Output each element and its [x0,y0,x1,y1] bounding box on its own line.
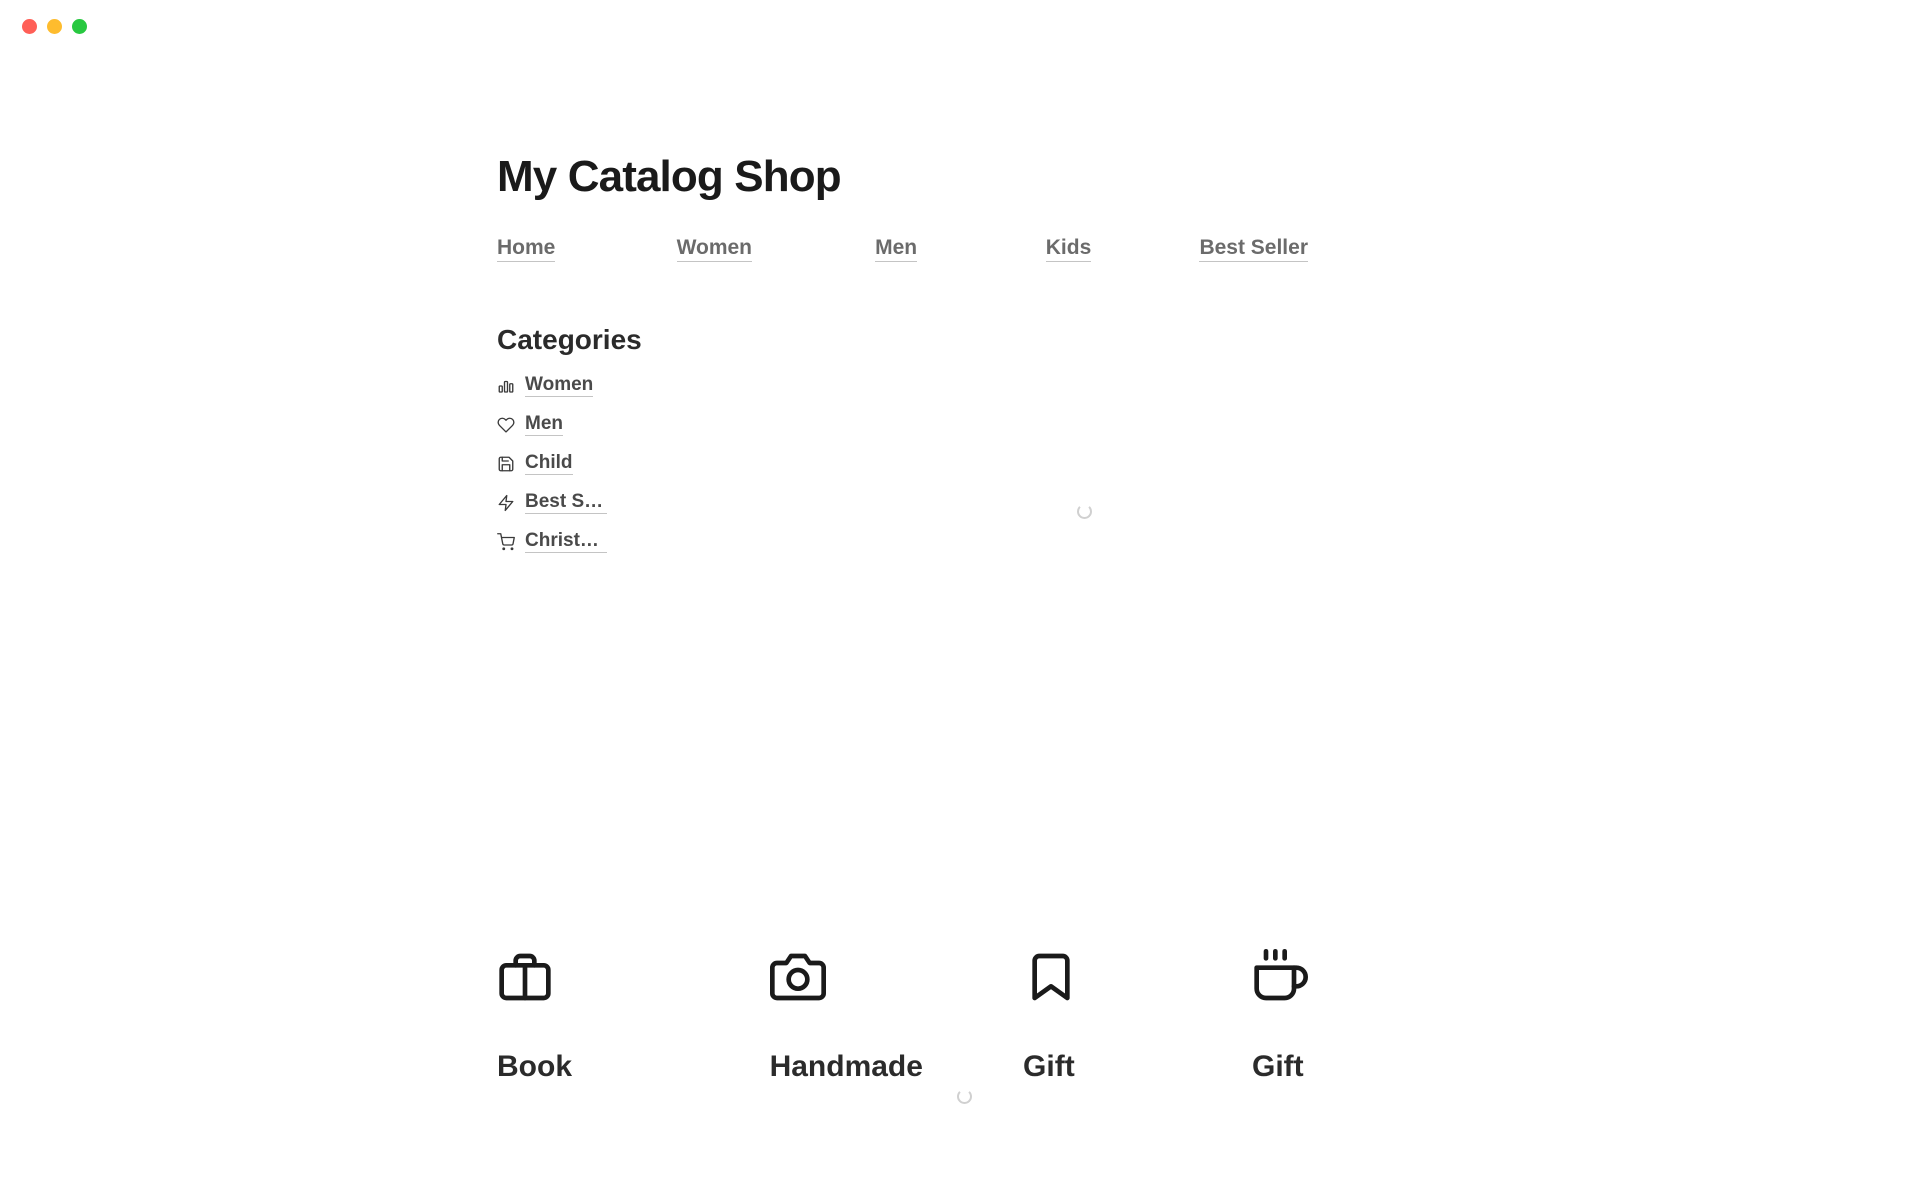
lightning-icon [497,494,515,512]
featured-label: Gift [1252,1050,1308,1084]
featured-row: Book Handmade Gift Gift [497,949,1308,1084]
category-label: Christm… [525,530,607,553]
briefcase-icon [497,949,553,1005]
category-best-seller[interactable]: Best Se… [497,491,627,514]
nav-men[interactable]: Men [875,236,917,262]
save-icon [497,455,515,473]
cart-icon [497,533,515,551]
window-titlebar [0,0,1920,52]
loading-spinner-icon [1077,504,1092,519]
featured-label: Handmade [770,1050,1023,1084]
featured-label: Gift [1023,1050,1252,1084]
nav-home[interactable]: Home [497,236,555,262]
bar-chart-icon [497,377,515,395]
camera-icon [770,949,826,1005]
category-men[interactable]: Men [497,413,627,436]
close-window-button[interactable] [22,19,37,34]
heart-icon [497,416,515,434]
maximize-window-button[interactable] [72,19,87,34]
featured-label: Book [497,1050,770,1084]
page-title: My Catalog Shop [497,152,1308,202]
nav-women[interactable]: Women [677,236,752,262]
category-christmas[interactable]: Christm… [497,530,627,553]
featured-gift-bookmark[interactable]: Gift [1023,949,1252,1084]
loading-spinner-icon [957,1089,972,1104]
minimize-window-button[interactable] [47,19,62,34]
coffee-icon [1252,949,1308,1005]
category-label: Best Se… [525,491,607,514]
categories-heading: Categories [497,324,627,356]
featured-book[interactable]: Book [497,949,770,1084]
category-label: Child [525,452,573,475]
featured-gift-coffee[interactable]: Gift [1252,949,1308,1084]
category-label: Men [525,413,563,436]
main-nav: Home Women Men Kids Best Seller [497,236,1308,262]
featured-handmade[interactable]: Handmade [770,949,1023,1084]
category-child[interactable]: Child [497,452,627,475]
category-women[interactable]: Women [497,374,627,397]
bookmark-icon [1023,949,1079,1005]
nav-best-seller[interactable]: Best Seller [1199,236,1308,262]
nav-kids[interactable]: Kids [1046,236,1092,262]
category-label: Women [525,374,593,397]
